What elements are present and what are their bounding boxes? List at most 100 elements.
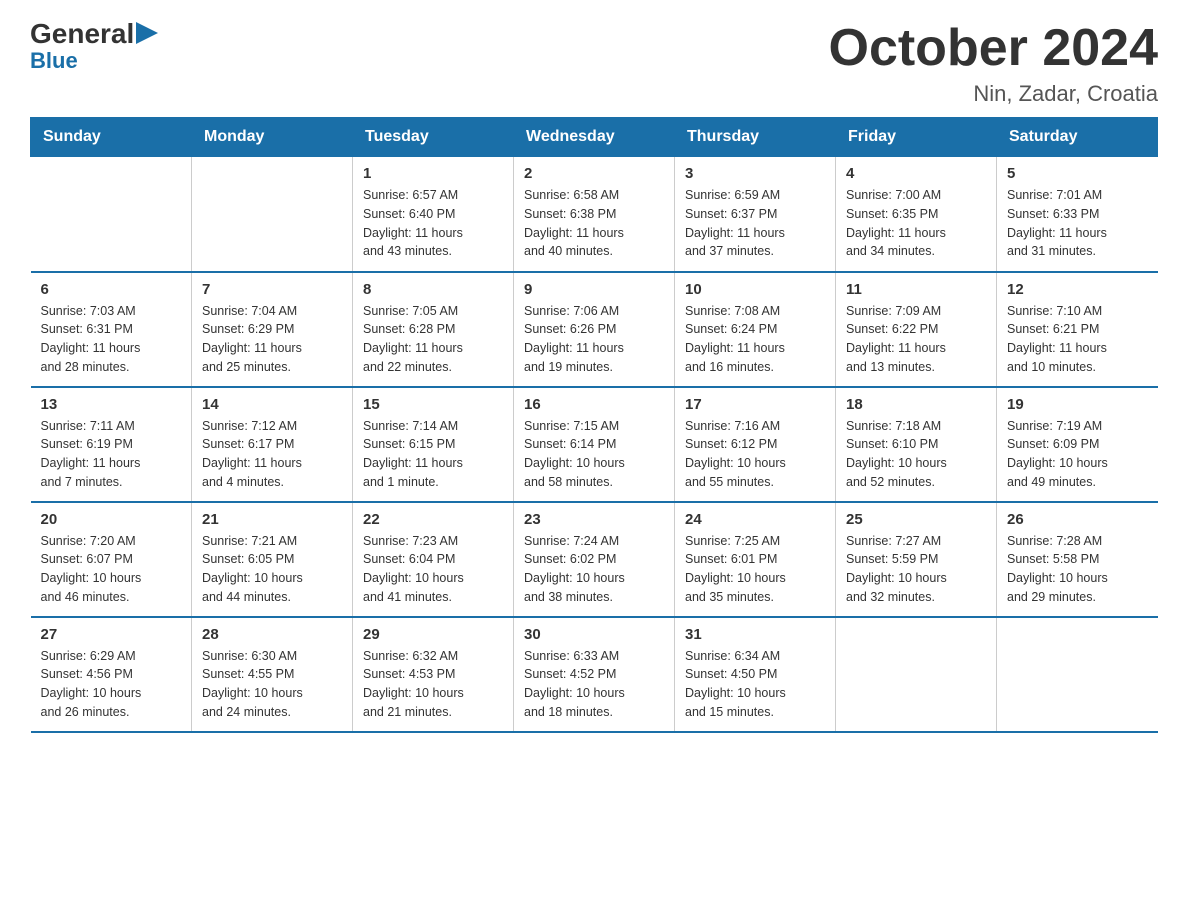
calendar-cell: 6 Sunrise: 7:03 AMSunset: 6:31 PMDaylight… xyxy=(31,272,192,387)
calendar-cell: 5 Sunrise: 7:01 AMSunset: 6:33 PMDaylight… xyxy=(997,157,1158,272)
day-number: 25 xyxy=(846,511,986,528)
day-info: Sunrise: 7:05 AMSunset: 6:28 PMDaylight:… xyxy=(363,302,503,377)
day-info: Sunrise: 6:57 AMSunset: 6:40 PMDaylight:… xyxy=(363,186,503,261)
day-info: Sunrise: 7:28 AMSunset: 5:58 PMDaylight:… xyxy=(1007,532,1148,607)
calendar-cell: 25 Sunrise: 7:27 AMSunset: 5:59 PMDayligh… xyxy=(836,502,997,617)
day-info: Sunrise: 7:15 AMSunset: 6:14 PMDaylight:… xyxy=(524,417,664,492)
calendar-cell: 31 Sunrise: 6:34 AMSunset: 4:50 PMDayligh… xyxy=(675,617,836,732)
calendar-cell: 13 Sunrise: 7:11 AMSunset: 6:19 PMDayligh… xyxy=(31,387,192,502)
day-number: 15 xyxy=(363,396,503,413)
calendar-cell: 30 Sunrise: 6:33 AMSunset: 4:52 PMDayligh… xyxy=(514,617,675,732)
day-info: Sunrise: 7:19 AMSunset: 6:09 PMDaylight:… xyxy=(1007,417,1148,492)
title-block: October 2024 Nin, Zadar, Croatia xyxy=(829,20,1159,107)
day-info: Sunrise: 7:00 AMSunset: 6:35 PMDaylight:… xyxy=(846,186,986,261)
calendar-cell: 20 Sunrise: 7:20 AMSunset: 6:07 PMDayligh… xyxy=(31,502,192,617)
calendar-cell: 7 Sunrise: 7:04 AMSunset: 6:29 PMDaylight… xyxy=(192,272,353,387)
day-number: 19 xyxy=(1007,396,1148,413)
calendar-cell: 24 Sunrise: 7:25 AMSunset: 6:01 PMDayligh… xyxy=(675,502,836,617)
calendar-cell xyxy=(31,157,192,272)
calendar-cell: 10 Sunrise: 7:08 AMSunset: 6:24 PMDayligh… xyxy=(675,272,836,387)
day-info: Sunrise: 7:06 AMSunset: 6:26 PMDaylight:… xyxy=(524,302,664,377)
day-info: Sunrise: 6:29 AMSunset: 4:56 PMDaylight:… xyxy=(41,647,182,722)
calendar-table: SundayMondayTuesdayWednesdayThursdayFrid… xyxy=(30,117,1158,733)
day-number: 10 xyxy=(685,281,825,298)
weekday-header-monday: Monday xyxy=(192,118,353,157)
logo-general-text: General xyxy=(30,20,134,48)
calendar-cell: 23 Sunrise: 7:24 AMSunset: 6:02 PMDayligh… xyxy=(514,502,675,617)
day-info: Sunrise: 7:10 AMSunset: 6:21 PMDaylight:… xyxy=(1007,302,1148,377)
day-number: 26 xyxy=(1007,511,1148,528)
calendar-cell: 27 Sunrise: 6:29 AMSunset: 4:56 PMDayligh… xyxy=(31,617,192,732)
day-info: Sunrise: 7:11 AMSunset: 6:19 PMDaylight:… xyxy=(41,417,182,492)
day-number: 20 xyxy=(41,511,182,528)
day-number: 30 xyxy=(524,626,664,643)
weekday-header-saturday: Saturday xyxy=(997,118,1158,157)
day-number: 7 xyxy=(202,281,342,298)
day-info: Sunrise: 7:18 AMSunset: 6:10 PMDaylight:… xyxy=(846,417,986,492)
calendar-body: 1 Sunrise: 6:57 AMSunset: 6:40 PMDaylight… xyxy=(31,157,1158,732)
day-number: 29 xyxy=(363,626,503,643)
day-info: Sunrise: 6:33 AMSunset: 4:52 PMDaylight:… xyxy=(524,647,664,722)
day-number: 2 xyxy=(524,165,664,182)
weekday-header-tuesday: Tuesday xyxy=(353,118,514,157)
day-number: 23 xyxy=(524,511,664,528)
calendar-cell: 29 Sunrise: 6:32 AMSunset: 4:53 PMDayligh… xyxy=(353,617,514,732)
calendar-week-2: 6 Sunrise: 7:03 AMSunset: 6:31 PMDaylight… xyxy=(31,272,1158,387)
calendar-cell xyxy=(997,617,1158,732)
logo: General Blue xyxy=(30,20,158,72)
day-number: 14 xyxy=(202,396,342,413)
day-number: 1 xyxy=(363,165,503,182)
day-number: 16 xyxy=(524,396,664,413)
calendar-location: Nin, Zadar, Croatia xyxy=(829,81,1159,107)
day-number: 22 xyxy=(363,511,503,528)
day-info: Sunrise: 7:24 AMSunset: 6:02 PMDaylight:… xyxy=(524,532,664,607)
day-info: Sunrise: 7:23 AMSunset: 6:04 PMDaylight:… xyxy=(363,532,503,607)
calendar-week-5: 27 Sunrise: 6:29 AMSunset: 4:56 PMDayligh… xyxy=(31,617,1158,732)
calendar-cell xyxy=(192,157,353,272)
day-number: 8 xyxy=(363,281,503,298)
day-info: Sunrise: 6:59 AMSunset: 6:37 PMDaylight:… xyxy=(685,186,825,261)
day-info: Sunrise: 6:30 AMSunset: 4:55 PMDaylight:… xyxy=(202,647,342,722)
calendar-cell: 18Sunrise: 7:18 AMSunset: 6:10 PMDayligh… xyxy=(836,387,997,502)
calendar-week-4: 20 Sunrise: 7:20 AMSunset: 6:07 PMDayligh… xyxy=(31,502,1158,617)
day-info: Sunrise: 7:25 AMSunset: 6:01 PMDaylight:… xyxy=(685,532,825,607)
calendar-week-1: 1 Sunrise: 6:57 AMSunset: 6:40 PMDaylight… xyxy=(31,157,1158,272)
day-info: Sunrise: 6:34 AMSunset: 4:50 PMDaylight:… xyxy=(685,647,825,722)
calendar-cell: 4 Sunrise: 7:00 AMSunset: 6:35 PMDaylight… xyxy=(836,157,997,272)
calendar-cell: 22 Sunrise: 7:23 AMSunset: 6:04 PMDayligh… xyxy=(353,502,514,617)
calendar-header: SundayMondayTuesdayWednesdayThursdayFrid… xyxy=(31,118,1158,157)
day-info: Sunrise: 7:21 AMSunset: 6:05 PMDaylight:… xyxy=(202,532,342,607)
day-info: Sunrise: 7:04 AMSunset: 6:29 PMDaylight:… xyxy=(202,302,342,377)
calendar-cell: 11Sunrise: 7:09 AMSunset: 6:22 PMDayligh… xyxy=(836,272,997,387)
weekday-header-sunday: Sunday xyxy=(31,118,192,157)
weekday-header-thursday: Thursday xyxy=(675,118,836,157)
day-number: 13 xyxy=(41,396,182,413)
day-info: Sunrise: 7:03 AMSunset: 6:31 PMDaylight:… xyxy=(41,302,182,377)
weekday-header-wednesday: Wednesday xyxy=(514,118,675,157)
calendar-cell: 12 Sunrise: 7:10 AMSunset: 6:21 PMDayligh… xyxy=(997,272,1158,387)
day-info: Sunrise: 7:27 AMSunset: 5:59 PMDaylight:… xyxy=(846,532,986,607)
calendar-cell: 16 Sunrise: 7:15 AMSunset: 6:14 PMDayligh… xyxy=(514,387,675,502)
calendar-week-3: 13 Sunrise: 7:11 AMSunset: 6:19 PMDayligh… xyxy=(31,387,1158,502)
day-info: Sunrise: 7:20 AMSunset: 6:07 PMDaylight:… xyxy=(41,532,182,607)
day-number: 31 xyxy=(685,626,825,643)
logo-arrow-icon xyxy=(136,22,158,44)
calendar-title: October 2024 xyxy=(829,20,1159,77)
calendar-cell: 17Sunrise: 7:16 AMSunset: 6:12 PMDayligh… xyxy=(675,387,836,502)
day-info: Sunrise: 6:32 AMSunset: 4:53 PMDaylight:… xyxy=(363,647,503,722)
day-number: 27 xyxy=(41,626,182,643)
day-info: Sunrise: 6:58 AMSunset: 6:38 PMDaylight:… xyxy=(524,186,664,261)
day-info: Sunrise: 7:08 AMSunset: 6:24 PMDaylight:… xyxy=(685,302,825,377)
day-number: 6 xyxy=(41,281,182,298)
day-number: 12 xyxy=(1007,281,1148,298)
day-number: 4 xyxy=(846,165,986,182)
day-number: 5 xyxy=(1007,165,1148,182)
calendar-cell xyxy=(836,617,997,732)
day-number: 24 xyxy=(685,511,825,528)
day-number: 3 xyxy=(685,165,825,182)
logo-blue-text: Blue xyxy=(30,50,78,72)
day-info: Sunrise: 7:01 AMSunset: 6:33 PMDaylight:… xyxy=(1007,186,1148,261)
day-info: Sunrise: 7:09 AMSunset: 6:22 PMDaylight:… xyxy=(846,302,986,377)
day-info: Sunrise: 7:16 AMSunset: 6:12 PMDaylight:… xyxy=(685,417,825,492)
calendar-cell: 3 Sunrise: 6:59 AMSunset: 6:37 PMDaylight… xyxy=(675,157,836,272)
